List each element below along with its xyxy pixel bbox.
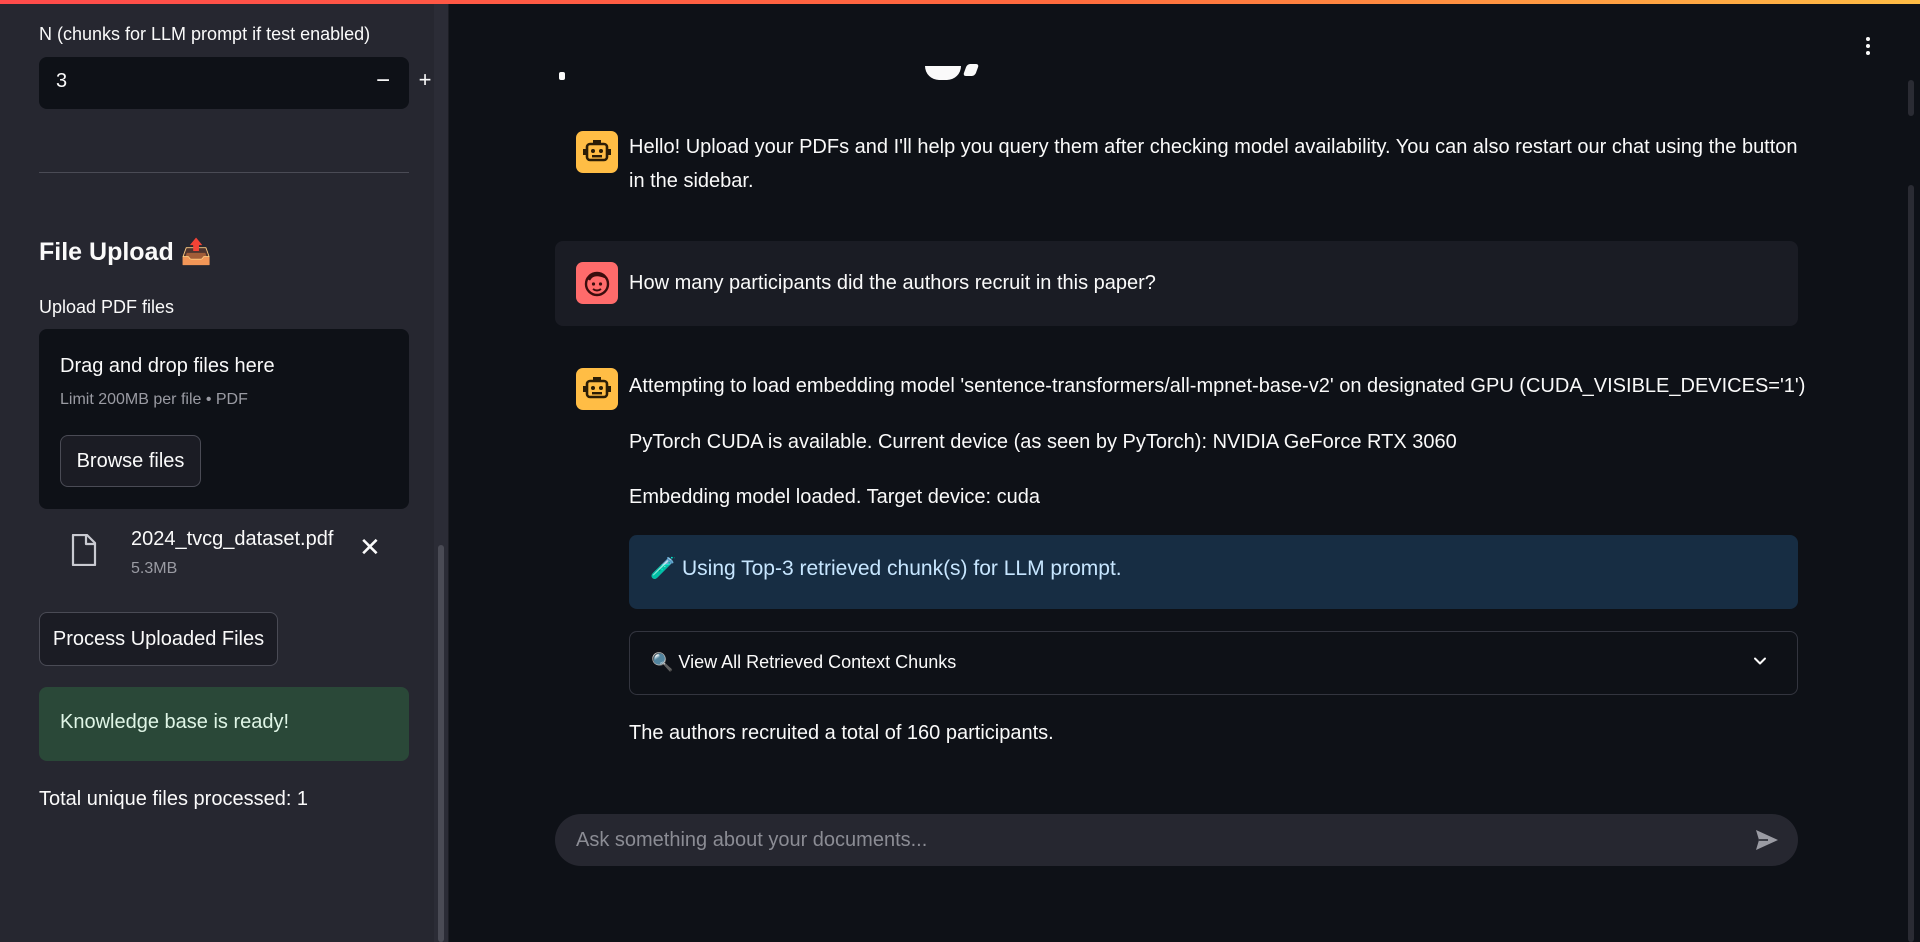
total-files-processed: Total unique files processed: 1 <box>39 788 309 810</box>
sidebar: N (chunks for LLM prompt if test enabled… <box>0 0 434 942</box>
decrement-button[interactable]: − <box>368 67 398 95</box>
sidebar-edge <box>448 0 449 942</box>
assistant-greeting-text: Hello! Upload your PDFs and I'll help yo… <box>629 136 1798 192</box>
uploaded-file-size: 5.3MB <box>131 560 178 577</box>
dropzone-limit: Limit 200MB per file • PDF <box>60 391 248 408</box>
file-icon <box>71 534 97 566</box>
info-alert-text: 🧪 Using Top-3 retrieved chunk(s) for LLM… <box>650 557 1122 580</box>
model-loaded-text: Embedding model loaded. Target device: c… <box>629 486 1041 508</box>
embedding-load-text: Attempting to load embedding model 'sent… <box>629 375 1806 397</box>
robot-icon <box>576 131 618 173</box>
n-chunks-value[interactable]: 3 <box>56 70 67 93</box>
sidebar-scrollbar-thumb[interactable] <box>438 545 444 942</box>
chat-input-bar[interactable] <box>555 814 1798 866</box>
face-icon <box>576 262 618 304</box>
info-alert: 🧪 Using Top-3 retrieved chunk(s) for LLM… <box>629 535 1798 609</box>
user-question-text: How many participants did the authors re… <box>629 272 1156 294</box>
file-upload-heading: File Upload 📤 <box>39 238 212 266</box>
status-success-text: Knowledge base is ready! <box>60 711 290 733</box>
context-chunks-expander[interactable]: 🔍 View All Retrieved Context Chunks <box>629 631 1798 695</box>
upload-pdf-label: Upload PDF files <box>39 297 175 317</box>
chat-input[interactable] <box>576 814 1726 866</box>
kebab-menu-icon[interactable] <box>1860 35 1876 61</box>
knowledge-base-status-alert: Knowledge base is ready! <box>39 687 409 761</box>
send-icon[interactable] <box>1754 827 1780 853</box>
remove-file-close-icon[interactable]: ✕ <box>359 532 381 563</box>
assistant-answer-text: The authors recruited a total of 160 par… <box>629 722 1054 744</box>
sidebar-divider <box>39 172 409 173</box>
browse-files-button[interactable]: Browse files <box>60 435 201 487</box>
uploaded-file-name: 2024_tvcg_dataset.pdf <box>131 528 334 550</box>
file-dropzone[interactable]: Drag and drop files here Limit 200MB per… <box>39 329 409 509</box>
cuda-available-text: PyTorch CUDA is available. Current devic… <box>629 431 1457 453</box>
top-decoration-bar <box>0 0 1920 4</box>
process-uploaded-files-button[interactable]: Process Uploaded Files <box>39 612 278 666</box>
main-scrollbar-cap <box>1908 80 1914 116</box>
page-title-clipped <box>555 30 985 86</box>
robot-icon <box>576 368 618 410</box>
n-chunks-label: N (chunks for LLM prompt if test enabled… <box>39 24 371 44</box>
chevron-down-icon <box>1754 657 1766 665</box>
main-scrollbar-thumb[interactable] <box>1908 185 1914 942</box>
n-chunks-number-input[interactable]: 3 − + <box>39 57 431 109</box>
dropzone-title: Drag and drop files here <box>60 355 275 377</box>
expander-label: 🔍 View All Retrieved Context Chunks <box>651 652 957 672</box>
uploaded-file-item: 2024_tvcg_dataset.pdf 5.3MB ✕ <box>39 520 409 582</box>
